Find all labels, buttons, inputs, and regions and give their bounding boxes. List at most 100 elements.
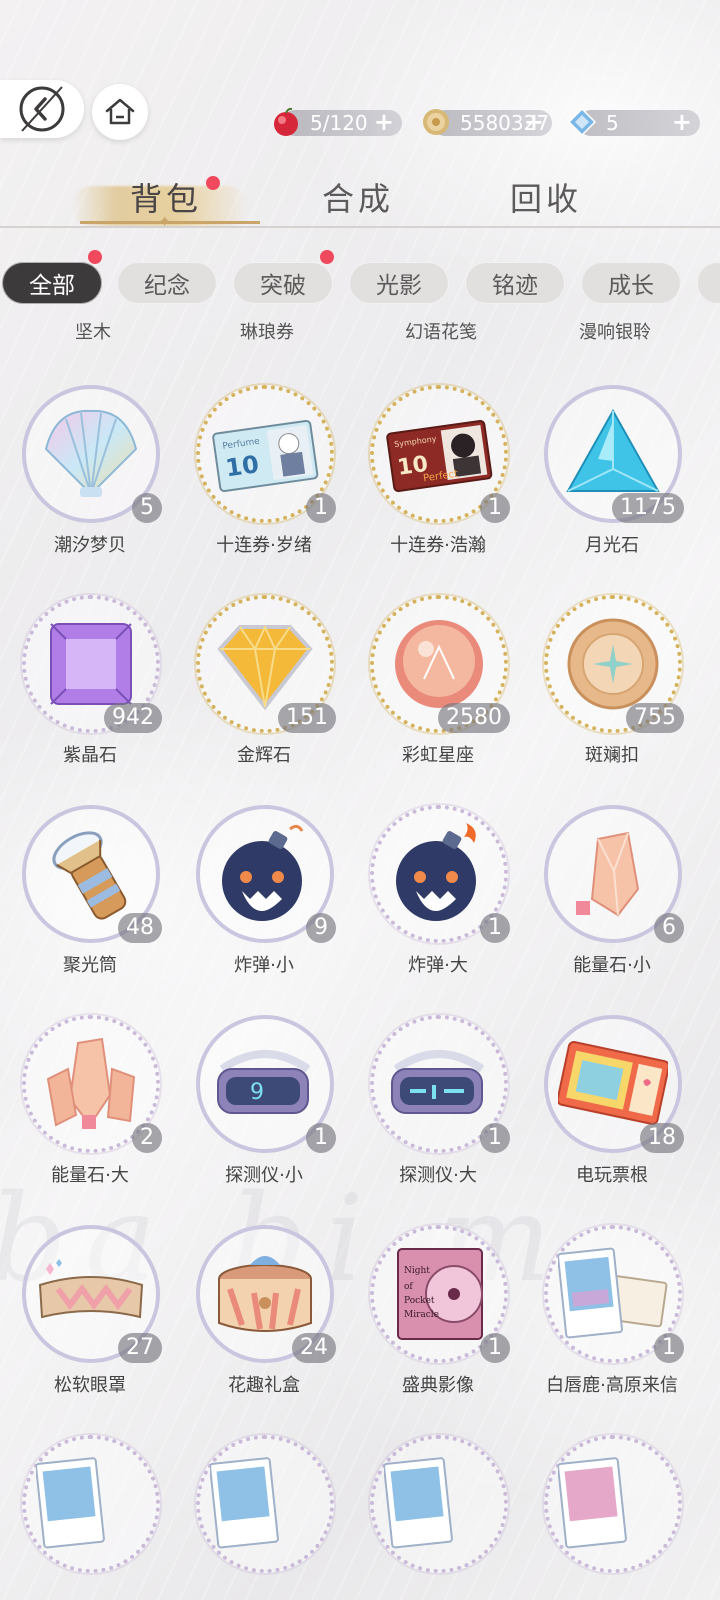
diamond-value: 5 <box>606 111 619 135</box>
item-label: 白唇鹿·高原来信 <box>546 1375 678 1396</box>
category-all-badge <box>88 250 102 264</box>
item-count: 1 <box>654 1333 684 1363</box>
item-label: 漫响银聆 <box>579 322 651 343</box>
item-partial[interactable] <box>174 1435 344 1600</box>
postcard-icon <box>558 1457 627 1549</box>
item-label: 能量石·大 <box>51 1165 129 1186</box>
coin-icon <box>418 104 454 140</box>
svg-text:10: 10 <box>224 450 261 482</box>
item-label: 电玩票根 <box>576 1165 648 1186</box>
item-rainbow-constellation[interactable]: 2580 彩虹星座 <box>348 595 518 785</box>
item-ceremony-image[interactable]: Night of Pocket Miracle 1 盛典影像 <box>348 1225 518 1415</box>
shell-icon <box>44 409 138 497</box>
item-arcade-ticket[interactable]: 18 电玩票根 <box>522 1015 692 1205</box>
item-white-lip-deer-letter[interactable]: 1 白唇鹿·高原来信 <box>522 1225 692 1415</box>
stamina-plus-button[interactable]: + <box>374 110 394 134</box>
back-arrow-icon <box>19 86 65 132</box>
item-bomb-small[interactable]: 9 炸弹·小 <box>174 805 344 995</box>
coin-plus-button[interactable]: + <box>524 110 544 134</box>
item-energy-stone-large[interactable]: 2 能量石·大 <box>0 1015 170 1205</box>
item-label: 斑斓扣 <box>585 745 639 766</box>
diamond-counter: 5 + <box>567 107 700 137</box>
svg-text:Pocket: Pocket <box>404 1296 435 1306</box>
home-icon <box>105 98 135 125</box>
item-count: 942 <box>104 703 162 733</box>
stamina-value: 5/120 <box>310 111 368 135</box>
cd-icon: Night of Pocket Miracle <box>397 1248 483 1340</box>
crystal-icon <box>576 831 640 917</box>
back-button[interactable] <box>0 80 84 138</box>
svg-text:9: 9 <box>250 1080 264 1105</box>
category-trace[interactable]: 铭迹 <box>465 262 565 304</box>
item-partial[interactable] <box>348 1435 518 1600</box>
item-count: 151 <box>278 703 336 733</box>
item-count: 6 <box>654 913 684 943</box>
item-moonstone[interactable]: 1175 月光石 <box>522 385 692 575</box>
vr-goggles-icon <box>391 1050 485 1114</box>
item-detector-small[interactable]: 9 1 探测仪·小 <box>174 1015 344 1205</box>
item-count: 1 <box>480 1333 510 1363</box>
category-growth[interactable]: 成长 <box>581 262 681 304</box>
item-detector-large[interactable]: 1 探测仪·大 <box>348 1015 518 1205</box>
tab-synthesis[interactable]: 合成 <box>322 174 394 220</box>
item-label: 潮汐梦贝 <box>54 535 126 556</box>
postcard-icon <box>558 1247 668 1339</box>
item-label: 紫晶石 <box>63 745 117 766</box>
item-goldstone[interactable]: 151 金辉石 <box>174 595 344 785</box>
diamond-icon <box>564 104 600 140</box>
vr-goggles-icon: 9 <box>217 1050 311 1114</box>
item-count: 1 <box>306 493 336 523</box>
tab-backpack-badge <box>206 176 220 190</box>
ticket-icon: Symphony 10 Perfect <box>386 419 493 493</box>
home-button[interactable] <box>92 84 148 140</box>
item-label: 松软眼罩 <box>54 1375 126 1396</box>
apple-icon <box>268 104 304 140</box>
item-count: 18 <box>640 1123 684 1153</box>
item-amethyst[interactable]: 942 紫晶石 <box>0 595 170 785</box>
item-count: 2580 <box>438 703 510 733</box>
item-label: 炸弹·小 <box>234 955 294 976</box>
item-count: 755 <box>626 703 684 733</box>
item-count: 2 <box>132 1123 162 1153</box>
category-all[interactable]: 全部 <box>2 262 102 304</box>
item-tide-shell[interactable]: 5 潮汐梦贝 <box>0 385 170 575</box>
category-light[interactable]: 光影 <box>349 262 449 304</box>
item-colorful-button[interactable]: 755 斑斓扣 <box>522 595 692 785</box>
item-count: 48 <box>118 913 162 943</box>
item-label: 十连券·岁绪 <box>216 535 312 556</box>
category-more[interactable] <box>697 262 720 304</box>
item-ticket-haohan[interactable]: Symphony 10 Perfect 1 十连券·浩瀚 <box>348 385 518 575</box>
item-partial[interactable] <box>0 1435 170 1600</box>
ticket-icon: Perfume 10 <box>212 419 319 493</box>
category-commemorate[interactable]: 纪念 <box>117 262 217 304</box>
diamond-plus-button[interactable]: + <box>672 110 692 134</box>
item-count: 9 <box>306 913 336 943</box>
item-count: 1 <box>306 1123 336 1153</box>
tab-recycle[interactable]: 回收 <box>510 174 582 220</box>
main-tab-bar: 背包 合成 回收 <box>0 170 720 228</box>
crystal-cluster-icon <box>46 1037 136 1129</box>
item-label: 花趣礼盒 <box>228 1375 300 1396</box>
item-count: 1 <box>480 493 510 523</box>
svg-text:Night: Night <box>404 1266 430 1276</box>
item-label: 能量石·小 <box>573 955 651 976</box>
item-soft-eyemask[interactable]: 27 松软眼罩 <box>0 1225 170 1415</box>
svg-text:Miracle: Miracle <box>404 1310 439 1320</box>
item-count: 5 <box>132 493 162 523</box>
category-breakthrough[interactable]: 突破 <box>233 262 333 304</box>
stamina-counter: 5/120 + <box>274 107 402 136</box>
item-energy-stone-small[interactable]: 6 能量石·小 <box>522 805 692 995</box>
item-label: 盛典影像 <box>402 1375 474 1396</box>
item-flower-gift-box[interactable]: 24 花趣礼盒 <box>174 1225 344 1415</box>
item-spotlight[interactable]: 48 聚光筒 <box>0 805 170 995</box>
item-label: 探测仪·小 <box>225 1165 303 1186</box>
item-label: 坚木 <box>75 322 111 343</box>
item-partial[interactable] <box>522 1435 692 1600</box>
star-icon: ✦ <box>158 212 172 231</box>
item-count: 24 <box>292 1333 336 1363</box>
bomb-icon <box>396 823 476 921</box>
item-label: 彩虹星座 <box>402 745 474 766</box>
coin-counter: 5580327 + <box>423 109 552 136</box>
item-bomb-large[interactable]: 1 炸弹·大 <box>348 805 518 995</box>
item-ticket-suixu[interactable]: Perfume 10 1 十连券·岁绪 <box>174 385 344 575</box>
